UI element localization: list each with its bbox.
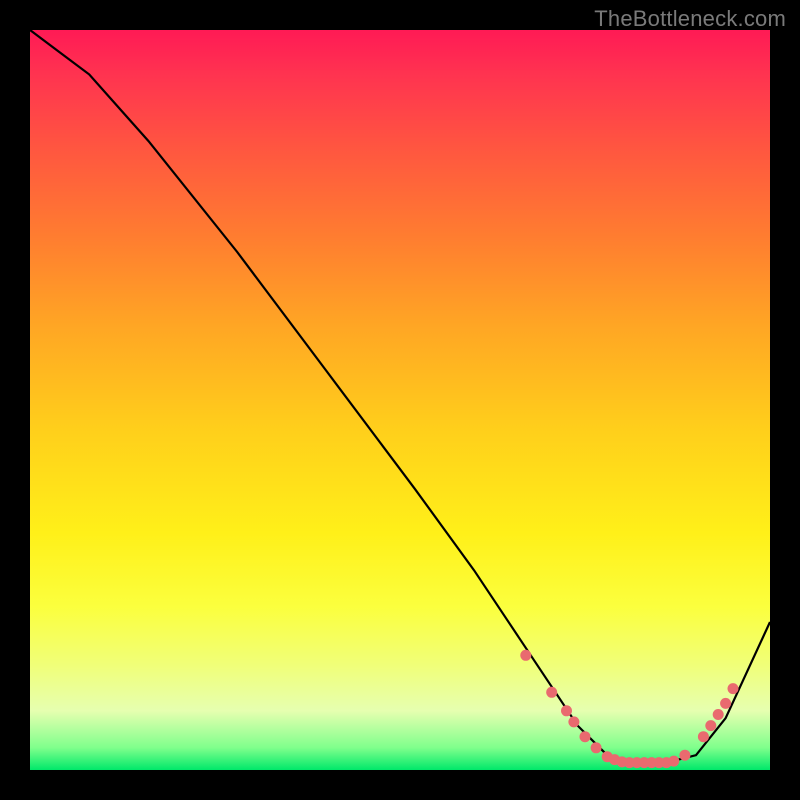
curve-marker [705,720,716,731]
curve-marker [568,716,579,727]
curve-marker [580,731,591,742]
curve-marker [520,650,531,661]
curve-marker [713,709,724,720]
plot-area [30,30,770,770]
curve-markers [520,650,738,768]
curve-marker [679,750,690,761]
curve-marker [591,742,602,753]
curve-marker [698,731,709,742]
curve-marker [668,756,679,767]
chart-svg [30,30,770,770]
curve-marker [720,698,731,709]
curve-marker [546,687,557,698]
chart-frame: TheBottleneck.com [0,0,800,800]
curve-marker [561,705,572,716]
watermark-text: TheBottleneck.com [594,6,786,32]
bottleneck-curve-line [30,30,770,763]
curve-marker [728,683,739,694]
